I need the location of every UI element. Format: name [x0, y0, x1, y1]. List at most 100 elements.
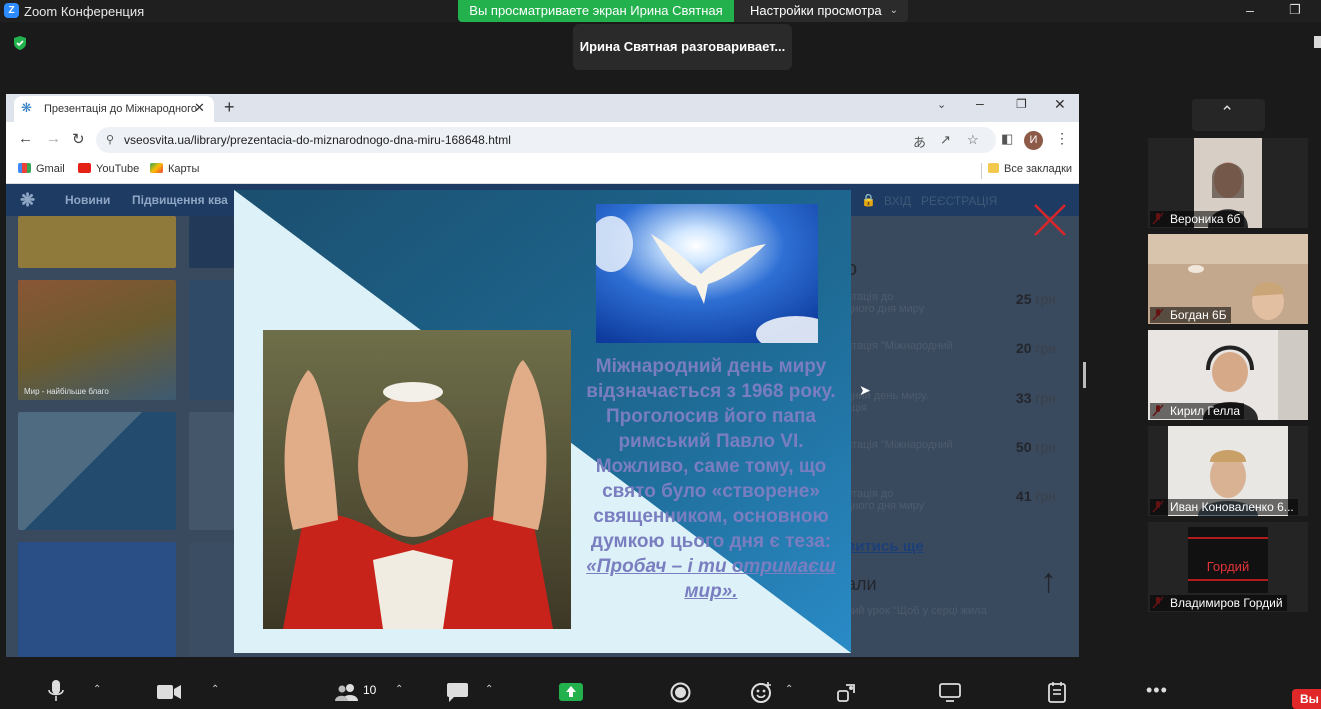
bookmarks-divider [981, 163, 982, 179]
participants-count: 10 [363, 683, 377, 697]
material-thumbnail[interactable] [18, 216, 176, 268]
microphone-icon[interactable] [47, 680, 65, 702]
material-thumbnail[interactable]: Мир - найбільше благо [18, 280, 176, 400]
profile-avatar[interactable]: И [1024, 131, 1043, 150]
folder-icon [988, 163, 999, 173]
participant-tile[interactable]: Вероника 6б [1148, 138, 1308, 228]
material-price: 41 грн [1015, 488, 1056, 504]
side-panel-icon[interactable]: ◧ [1001, 131, 1013, 147]
browser-tab[interactable]: Презентація до Міжнародного [14, 96, 214, 122]
participant-avatar: Гордий [1188, 527, 1268, 593]
participants-icon[interactable] [335, 683, 359, 701]
bookmark-maps[interactable]: Карты [150, 163, 199, 175]
meeting-controls-bar [0, 672, 1321, 704]
see-more-link[interactable]: витись ще [846, 538, 924, 555]
view-settings-button[interactable]: Настройки просмотра ⌄ [734, 0, 908, 22]
material-price: 33 грн [1015, 390, 1056, 406]
bookmark-youtube[interactable]: YouTube [78, 163, 139, 175]
participant-tile[interactable]: Богдан 6Б [1148, 234, 1308, 324]
material-thumbnail[interactable] [18, 542, 176, 657]
chat-icon[interactable] [447, 683, 468, 702]
participant-tile[interactable]: Иван Коноваленко 6... [1148, 426, 1308, 516]
all-bookmarks-folder[interactable]: Все закладки [988, 163, 1072, 175]
close-presentation-icon[interactable] [1032, 202, 1068, 238]
share-screen-icon[interactable] [559, 683, 583, 701]
material-item[interactable]: дний день миру. ація 33 грн [846, 390, 1056, 414]
material-item[interactable]: нтація "Міжнародний " 50 грн [846, 439, 1056, 463]
participant-name: Вероника 6б [1150, 211, 1245, 227]
view-settings-label: Настройки просмотра [750, 3, 882, 18]
material-thumbnail[interactable] [189, 216, 234, 268]
material-thumbnail[interactable] [18, 412, 176, 530]
slide-body-text: Міжнародний день миру відзначається з 19… [580, 354, 842, 604]
encryption-shield-icon[interactable] [12, 35, 28, 51]
chat-options-chevron-icon[interactable]: ⌃ [485, 684, 493, 695]
dove-image [596, 204, 818, 343]
login-link[interactable]: ВХІД [884, 194, 911, 208]
back-arrow-icon[interactable]: ← [18, 130, 33, 147]
video-options-chevron-icon[interactable]: ⌃ [211, 684, 219, 695]
minimize-window-button[interactable]: – [1240, 2, 1260, 18]
scroll-top-arrow-icon[interactable]: ↑ [1040, 562, 1057, 601]
tab-title: Презентація до Міжнародного [44, 103, 198, 115]
forward-arrow-icon[interactable]: → [46, 130, 61, 147]
chevron-down-icon: ⌄ [889, 5, 898, 16]
share-icon[interactable]: ↗ [940, 132, 951, 148]
slide-paragraph: Міжнародний день миру відзначається з 19… [586, 356, 836, 552]
site-info-icon[interactable]: ⚲ [106, 133, 114, 146]
material-thumbnail[interactable] [189, 280, 234, 400]
material-price: 50 грн [1015, 439, 1056, 455]
participant-name: Владимиров Гордий [1150, 595, 1287, 611]
bookmark-star-icon[interactable]: ☆ [967, 132, 979, 148]
maps-icon [150, 163, 163, 173]
lesson-item[interactable]: ний урок "Щоб у серці жила [846, 605, 987, 617]
browser-close-button[interactable]: ✕ [1054, 96, 1066, 113]
material-item[interactable]: нтація до дного дня миру 41 грн [846, 488, 1056, 512]
video-camera-icon[interactable] [157, 685, 181, 699]
new-tab-button[interactable]: + [224, 97, 235, 118]
nav-news-link[interactable]: Новини [65, 193, 110, 207]
browser-menu-icon[interactable]: ⋮ [1055, 130, 1069, 147]
browser-minimize-button[interactable]: – [976, 95, 984, 111]
material-item[interactable]: нтація до дного дня миру 25 грн [846, 291, 1056, 315]
lock-icon: 🔒 [861, 193, 876, 207]
nav-training-link[interactable]: Підвищення ква [132, 193, 228, 207]
restore-window-button[interactable]: ❐ [1285, 2, 1305, 18]
slide-quote: «Пробач – і ти отримаєш мир». [586, 556, 836, 602]
tab-close-icon[interactable]: ✕ [194, 100, 205, 116]
reactions-icon[interactable] [751, 682, 773, 703]
material-price: 20 грн [1015, 340, 1056, 356]
youtube-icon [78, 163, 91, 173]
translate-icon[interactable]: あ [913, 132, 926, 151]
participants-options-chevron-icon[interactable]: ⌃ [395, 684, 403, 695]
apps-icon[interactable] [836, 683, 856, 703]
reactions-options-chevron-icon[interactable]: ⌃ [785, 684, 793, 695]
reload-icon[interactable]: ↻ [72, 130, 85, 148]
whiteboard-icon[interactable] [939, 683, 961, 702]
material-thumbnail[interactable] [189, 542, 234, 657]
bookmark-gmail[interactable]: Gmail [18, 163, 65, 175]
address-bar[interactable]: vseosvita.ua/library/prezentacia-do-mizn… [96, 127, 996, 153]
splitter-handle[interactable] [1083, 362, 1086, 388]
record-icon[interactable] [670, 682, 691, 703]
side-panel-handle[interactable] [1314, 36, 1321, 48]
gallery-scroll-up-button[interactable]: ⌃ [1192, 99, 1265, 131]
more-options-icon[interactable]: ••• [1146, 680, 1168, 701]
site-favicon-icon: ❋ [21, 100, 32, 115]
avatar-text: Гордий [1206, 559, 1250, 574]
notes-icon[interactable] [1048, 682, 1066, 703]
material-price: 25 грн [1015, 291, 1056, 307]
audio-options-chevron-icon[interactable]: ⌃ [93, 684, 101, 695]
participant-name: Богдан 6Б [1150, 307, 1231, 323]
register-link[interactable]: РЕЄСТРАЦІЯ [921, 194, 997, 208]
end-meeting-button[interactable]: Вы [1292, 689, 1321, 709]
participant-tile[interactable]: Гордий Владимиров Гордий [1148, 522, 1308, 612]
tab-search-icon[interactable]: ⌄ [937, 98, 946, 111]
participant-name: Иван Коноваленко 6... [1150, 499, 1298, 515]
material-thumbnail[interactable] [189, 412, 234, 530]
mouse-cursor-icon: ➤ [859, 382, 871, 398]
browser-restore-button[interactable]: ❐ [1016, 97, 1027, 111]
window-title: Zoom Конференция [24, 4, 145, 19]
participant-tile[interactable]: Кирил Гелла [1148, 330, 1308, 420]
material-item[interactable]: нтація "Міжнародний " 20 грн [846, 340, 1056, 364]
